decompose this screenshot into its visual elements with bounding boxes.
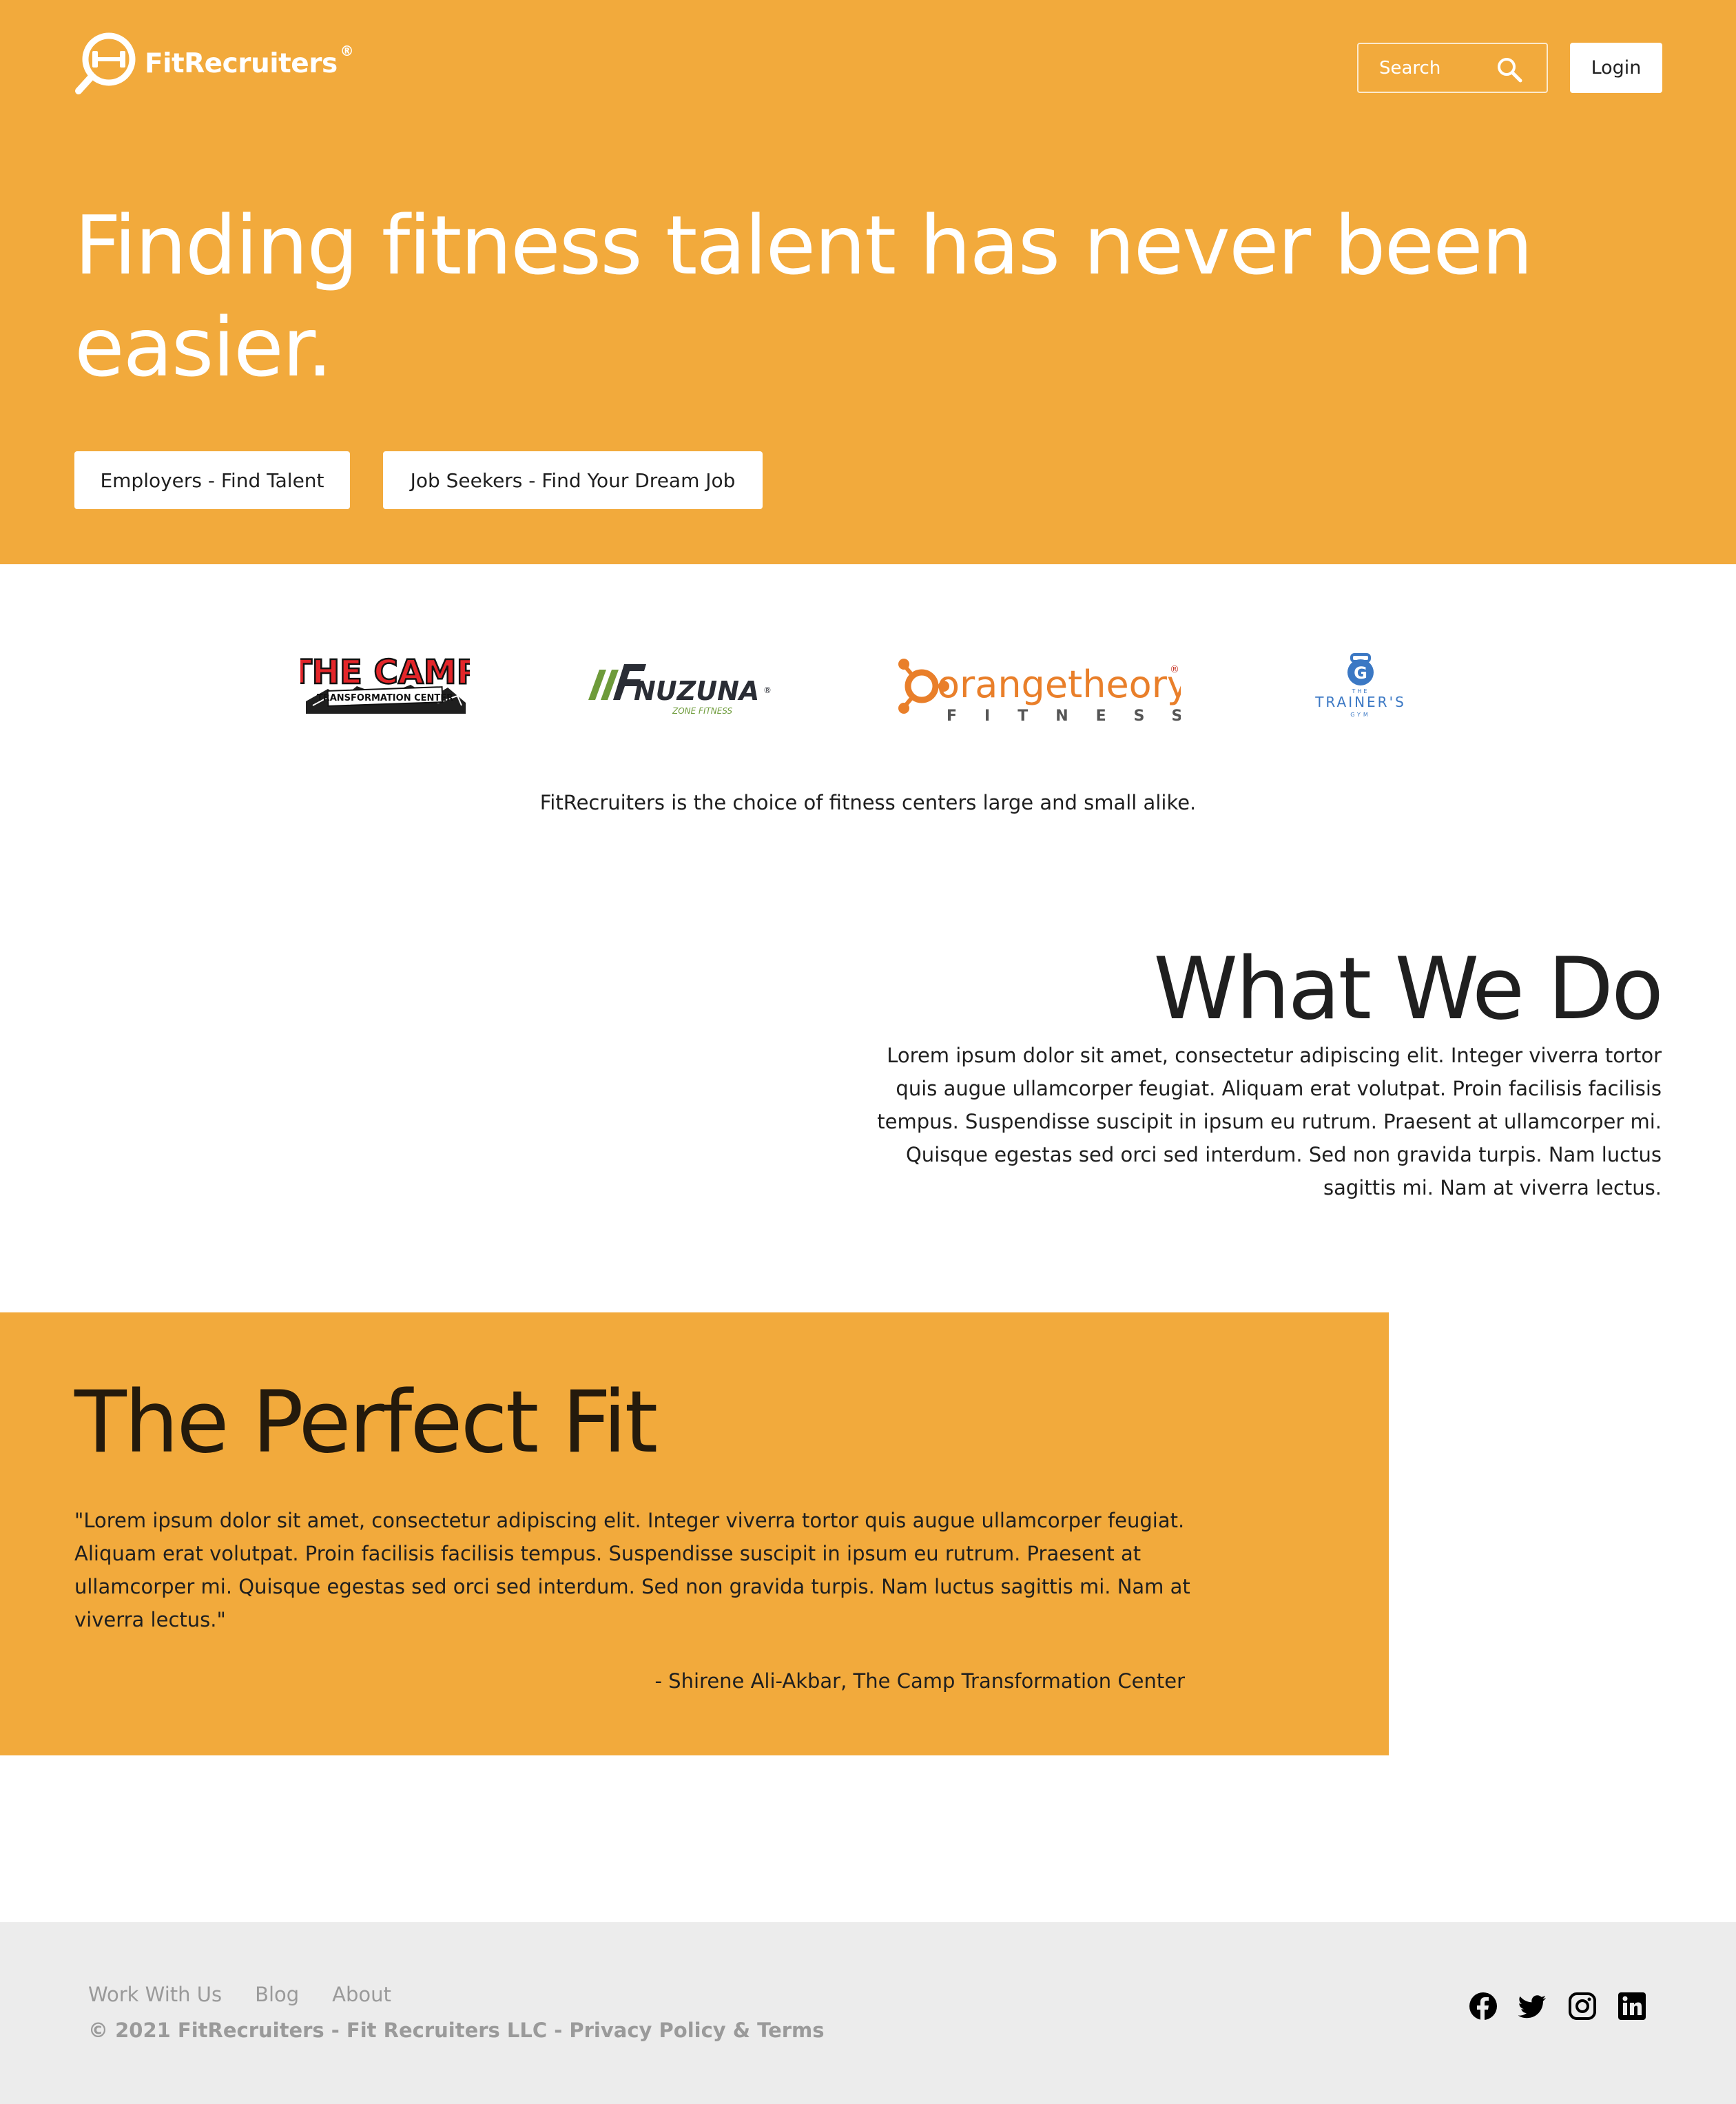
hero-section: FitRecruiters ® Login Finding fitness ta… [0,0,1736,564]
trainers-gym-logo: G THE TRAINER'S GYM [1314,653,1406,718]
svg-text:GYM: GYM [1350,712,1371,718]
hero-title: Finding fitness talent has never been ea… [74,198,1533,395]
svg-text:THE CAMP: THE CAMP [300,653,470,692]
perfect-fit-title: The Perfect Fit [74,1373,658,1472]
instagram-icon[interactable] [1568,1992,1597,2021]
brand-name: FitRecruiters [145,48,338,79]
the-camp-logo: THE CAMP TRANSFORMATION CENTER [300,652,470,714]
brand-logo[interactable]: FitRecruiters ® [74,30,354,96]
svg-text:®: ® [1170,664,1179,675]
registered-mark: ® [340,43,354,59]
search-input[interactable] [1379,57,1489,79]
svg-text:TRANSFORMATION CENTER: TRANSFORMATION CENTER [317,693,453,703]
footer-link-work-with-us[interactable]: Work With Us [88,1983,222,2006]
search-box [1357,43,1548,93]
orangetheory-logo: orangetheory ® FITNESS [898,659,1181,725]
svg-text:®: ® [763,685,772,695]
svg-text:G: G [1354,663,1367,683]
copyright-text[interactable]: © 2021 FitRecruiters - Fit Recruiters LL… [88,2019,825,2042]
nuzuna-logo: NUZUNA ® ZONE FITNESS [588,664,772,716]
svg-text:ZONE FITNESS: ZONE FITNESS [672,706,733,716]
footer-link-blog[interactable]: Blog [255,1983,299,2006]
social-links [1469,1992,1646,2021]
partners-tagline: FitRecruiters is the choice of fitness c… [539,791,1197,814]
what-we-do-title: What We Do [1153,940,1664,1039]
twitter-icon[interactable] [1518,1992,1547,2021]
facebook-icon[interactable] [1469,1992,1498,2021]
testimonial-author: - Shirene Ali-Akbar, The Camp Transforma… [654,1669,1186,1693]
svg-text:TRAINER'S: TRAINER'S [1314,694,1406,710]
testimonial-quote: "Lorem ipsum dolor sit amet, consectetur… [74,1509,1190,1631]
svg-text:NUZUNA: NUZUNA [634,676,759,706]
footer-link-about[interactable]: About [332,1983,391,2006]
linkedin-icon[interactable] [1618,1992,1646,2021]
login-button[interactable]: Login [1570,43,1662,93]
magnifier-dumbbell-icon [75,32,136,94]
search-icon[interactable] [1496,56,1523,83]
job-seekers-button[interactable]: Job Seekers - Find Your Dream Job [383,451,763,509]
perfect-fit-section: The Perfect Fit "Lorem ipsum dolor sit a… [0,1312,1389,1755]
footer-nav: Work With Us Blog About [88,1983,391,2006]
employers-find-talent-button[interactable]: Employers - Find Talent [74,451,350,509]
what-we-do-body: Lorem ipsum dolor sit amet, consectetur … [877,1044,1662,1199]
svg-text:FITNESS: FITNESS [947,708,1181,725]
svg-text:orangetheory: orangetheory [937,663,1181,706]
